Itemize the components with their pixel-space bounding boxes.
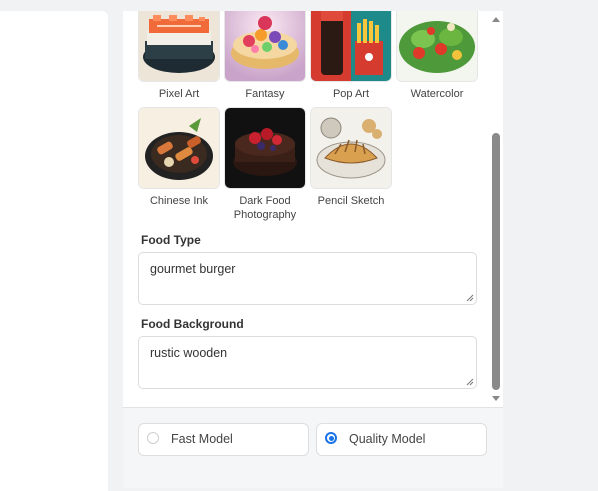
style-label: Pop Art [332, 88, 370, 100]
food-background-input[interactable]: rustic wooden [138, 336, 477, 389]
style-option-pixel-art[interactable]: Pixel Art [138, 11, 220, 101]
style-option-fantasy[interactable]: Fantasy [224, 11, 306, 101]
style-label: Pencil Sketch [317, 195, 385, 207]
style-option-dark-food-photography[interactable]: Dark Food Photography [224, 107, 306, 222]
scroll-up-icon[interactable] [492, 17, 500, 22]
resize-grip-icon[interactable] [466, 294, 474, 302]
scrollbar-thumb[interactable] [492, 133, 500, 390]
pixel-art-sushi-thumbnail [138, 11, 220, 82]
pop-art-soda-fries-thumbnail [310, 11, 392, 82]
food-background-label: Food Background [141, 317, 244, 331]
vertical-scrollbar[interactable] [490, 11, 502, 407]
model-label: Fast Model [171, 432, 233, 446]
scroll-down-icon[interactable] [492, 396, 500, 401]
dark-food-photography-cake-thumbnail [224, 107, 306, 189]
quality-model-option[interactable]: Quality Model [316, 423, 487, 456]
watercolor-salad-thumbnail [396, 11, 478, 82]
style-option-pencil-sketch[interactable]: Pencil Sketch [310, 107, 392, 208]
model-label: Quality Model [349, 432, 426, 446]
resize-grip-icon[interactable] [466, 378, 474, 386]
fantasy-tart-thumbnail [224, 11, 306, 82]
pencil-sketch-croissant-thumbnail [310, 107, 392, 189]
radio-unchecked-icon[interactable] [147, 432, 159, 444]
radio-checked-icon[interactable] [325, 432, 337, 444]
style-option-pop-art[interactable]: Pop Art [310, 11, 392, 101]
style-label: Watercolor [410, 88, 464, 100]
style-label: Dark Food Photography [233, 195, 297, 221]
style-label: Fantasy [245, 88, 285, 100]
food-type-value: gourmet burger [150, 262, 236, 276]
fast-model-option[interactable]: Fast Model [138, 423, 309, 456]
settings-panel: Pixel Art Fantasy Pop Art Watercolor Chi… [123, 11, 503, 488]
style-option-watercolor[interactable]: Watercolor [396, 11, 478, 101]
chinese-ink-platter-thumbnail [138, 107, 220, 189]
food-background-value: rustic wooden [150, 346, 228, 360]
food-type-input[interactable]: gourmet burger [138, 252, 477, 305]
left-panel [0, 11, 108, 491]
model-selector: Fast Model Quality Model [123, 408, 503, 488]
style-label: Chinese Ink [149, 195, 209, 207]
style-option-chinese-ink[interactable]: Chinese Ink [138, 107, 220, 208]
scroll-area: Pixel Art Fantasy Pop Art Watercolor Chi… [123, 11, 489, 407]
style-label: Pixel Art [158, 88, 200, 100]
food-type-label: Food Type [141, 233, 201, 247]
